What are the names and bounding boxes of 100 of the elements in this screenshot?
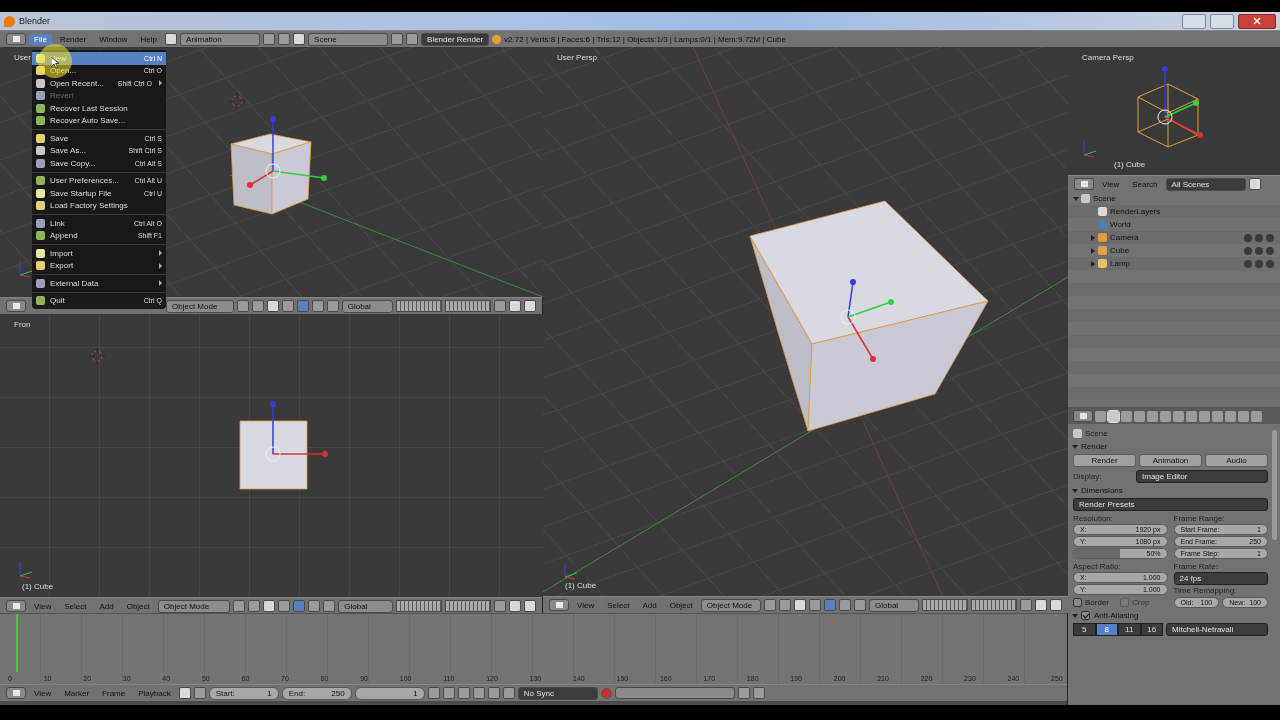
start-frame-field[interactable]: Start: 1	[208, 686, 279, 700]
properties-tab[interactable]	[1134, 410, 1145, 422]
display-dropdown[interactable]: Image Editor	[1136, 470, 1268, 483]
tool-button[interactable]	[263, 600, 276, 612]
playback-button[interactable]	[502, 687, 515, 699]
playback-button[interactable]	[487, 687, 500, 699]
menu-item[interactable]: Add	[637, 599, 662, 611]
checkbox[interactable]	[1081, 611, 1090, 620]
mode-dropdown[interactable]: Object Mode	[157, 599, 231, 613]
editor-type-button[interactable]	[6, 600, 26, 612]
menu-item[interactable]: View	[29, 600, 57, 612]
remove-button[interactable]	[278, 33, 291, 45]
menu-item[interactable]: View	[1097, 178, 1125, 190]
tool-button[interactable]	[509, 600, 521, 612]
tool-button[interactable]	[854, 599, 866, 611]
checkbox[interactable]	[1073, 597, 1082, 607]
editor-type-button[interactable]	[549, 599, 569, 611]
tool-button[interactable]	[266, 300, 279, 312]
orientation-dropdown[interactable]: Global	[341, 299, 393, 313]
menu-item[interactable]: Recover Last Session	[32, 102, 166, 115]
editor-type-button[interactable]	[1074, 178, 1094, 190]
layer-buttons[interactable]	[445, 300, 491, 312]
tool-button[interactable]	[509, 300, 521, 312]
tool-button[interactable]	[311, 300, 324, 312]
menu-item[interactable]: External Data	[32, 277, 166, 290]
panel-header[interactable]: Dimensions	[1073, 486, 1268, 495]
mode-dropdown[interactable]: Object Mode	[166, 299, 234, 313]
properties-tab[interactable]	[1147, 410, 1158, 422]
sync-dropdown[interactable]: No Sync	[517, 686, 598, 700]
search-icon[interactable]	[1248, 178, 1261, 190]
menu-item[interactable]: File	[29, 33, 52, 45]
add-button[interactable]	[263, 33, 276, 45]
outliner-row[interactable]: Cube	[1068, 244, 1280, 257]
maximize-button[interactable]	[1210, 13, 1234, 29]
tool-button[interactable]	[236, 300, 249, 312]
tool-button[interactable]	[764, 599, 776, 611]
menu-item[interactable]: Render	[54, 33, 92, 45]
outliner-row[interactable]: Scene	[1068, 192, 1280, 205]
screen-layout-icon[interactable]	[165, 33, 178, 45]
tool-button[interactable]	[1035, 599, 1047, 611]
layer-buttons[interactable]	[396, 600, 442, 612]
tool-button[interactable]	[494, 300, 506, 312]
playback-button[interactable]	[457, 687, 470, 699]
editor-type-button[interactable]	[6, 687, 26, 699]
panel-header[interactable]: Render	[1073, 442, 1268, 451]
tool-button[interactable]	[737, 687, 750, 699]
remove-button[interactable]	[406, 33, 419, 45]
tool-button[interactable]	[1020, 599, 1032, 611]
layer-buttons[interactable]	[971, 599, 1017, 611]
scrollbar[interactable]	[1272, 430, 1277, 540]
outliner-row[interactable]: Lamp	[1068, 257, 1280, 270]
render-button[interactable]: Render	[1073, 454, 1136, 467]
menu-item[interactable]: Object	[121, 600, 155, 612]
scene-icon[interactable]	[293, 33, 306, 45]
properties-tab[interactable]	[1212, 410, 1223, 422]
outliner-row[interactable]: Camera	[1068, 231, 1280, 244]
tool-button[interactable]	[308, 600, 321, 612]
tool-button[interactable]	[278, 600, 291, 612]
menu-item[interactable]: Frame	[97, 687, 131, 699]
tool-button[interactable]	[809, 599, 821, 611]
orientation-dropdown[interactable]: Global	[338, 599, 393, 613]
layer-buttons[interactable]	[445, 600, 491, 612]
menu-item[interactable]: Import	[32, 247, 166, 260]
tool-button[interactable]	[779, 599, 791, 611]
menu-item[interactable]: Export	[32, 259, 166, 272]
tool-button[interactable]	[494, 600, 506, 612]
scene-dropdown[interactable]: Scene	[308, 32, 389, 46]
add-button[interactable]	[391, 33, 404, 45]
keying-set-field[interactable]	[614, 687, 735, 699]
properties-tab[interactable]	[1173, 410, 1184, 422]
properties-tab[interactable]	[1238, 410, 1249, 422]
end-frame-field[interactable]: End: 250	[281, 686, 352, 700]
tool-button[interactable]	[794, 599, 806, 611]
playback-button[interactable]	[442, 687, 455, 699]
menu-item[interactable]: Help	[135, 33, 163, 45]
tool-button[interactable]	[839, 599, 851, 611]
tool-button[interactable]	[233, 600, 246, 612]
properties-tab[interactable]	[1160, 410, 1171, 422]
tool-button[interactable]	[752, 687, 765, 699]
panel-header[interactable]: Anti-Aliasing	[1073, 611, 1268, 620]
tool-button[interactable]	[248, 600, 261, 612]
properties-tab[interactable]	[1251, 410, 1262, 422]
tool-button[interactable]	[326, 300, 339, 312]
render-engine-dropdown[interactable]: Blender Render	[421, 32, 490, 46]
mode-dropdown[interactable]: Object Mode	[700, 598, 761, 612]
menu-item[interactable]: Recover Auto Save...	[32, 114, 166, 127]
sample-button[interactable]: 8	[1095, 623, 1118, 636]
tool-button[interactable]	[281, 300, 294, 312]
outliner-row[interactable]: RenderLayers	[1068, 205, 1280, 218]
outliner-row[interactable]: World	[1068, 218, 1280, 231]
menu-item[interactable]: Select	[59, 600, 92, 612]
menu-item[interactable]: Select	[602, 599, 635, 611]
presets-dropdown[interactable]: Render Presets	[1073, 498, 1268, 511]
layer-buttons[interactable]	[922, 599, 968, 611]
menu-item[interactable]: Marker	[59, 687, 95, 699]
current-frame-field[interactable]: 1	[354, 686, 425, 700]
render-button[interactable]: Animation	[1139, 454, 1202, 467]
tool-button[interactable]	[524, 300, 536, 312]
editor-type-button[interactable]	[1073, 410, 1093, 422]
sample-button[interactable]: 5	[1073, 623, 1096, 636]
